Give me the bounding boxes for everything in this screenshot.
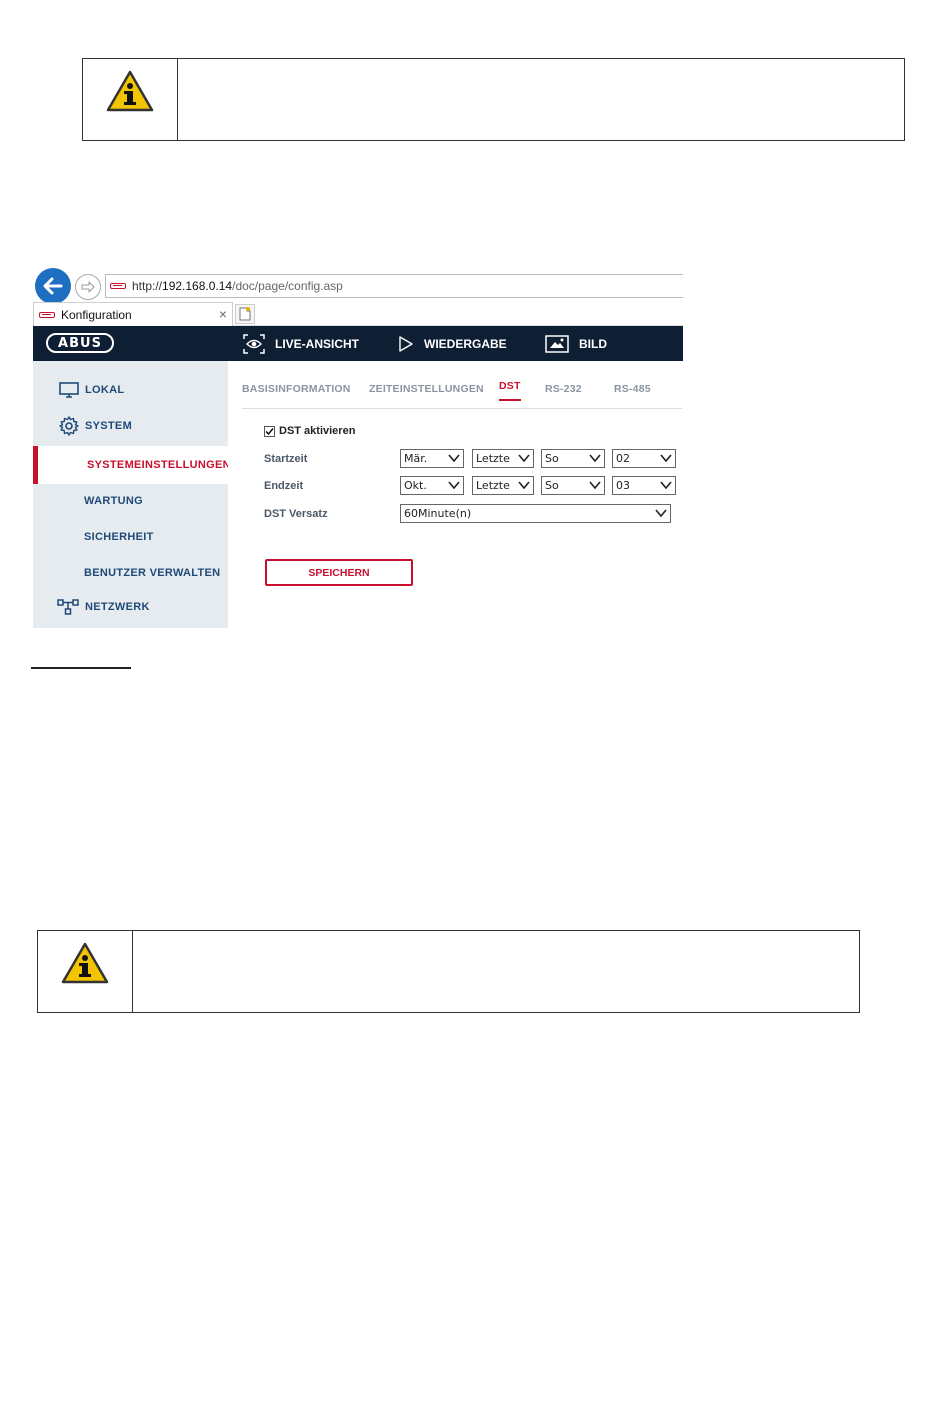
sidebar-item-label: SYSTEMEINSTELLUNGEN: [87, 459, 231, 471]
end-time-label: Endzeit: [264, 480, 304, 492]
browser-window: http://192.168.0.14/doc/page/config.asp …: [33, 266, 683, 628]
address-path: /doc/page/config.asp: [232, 279, 343, 293]
sidebar-item-system[interactable]: SYSTEM: [33, 413, 228, 439]
end-month-value: Okt.: [404, 479, 427, 492]
new-tab-icon: [239, 307, 251, 321]
tab-close-icon[interactable]: ×: [219, 306, 227, 322]
checkmark-icon: [265, 427, 274, 435]
save-button[interactable]: SPEICHERN: [265, 559, 413, 586]
chevron-down-icon: [448, 454, 460, 463]
end-week-value: Letzte: [476, 479, 510, 492]
chevron-down-icon: [660, 454, 672, 463]
sidebar-item-label: SYSTEM: [85, 420, 133, 432]
tab-dst[interactable]: DST: [499, 380, 521, 401]
chevron-down-icon: [589, 481, 601, 490]
info-note-text-top: [178, 59, 904, 140]
nav-live-view[interactable]: LIVE-ANSICHT: [243, 326, 359, 361]
sub-tab-bar: BASISINFORMATION ZEITEINSTELLUNGEN DST R…: [242, 361, 682, 409]
tab-favicon-icon: [39, 311, 55, 318]
chevron-down-icon: [660, 481, 672, 490]
sidebar: LOKAL SYSTEM SYSTEMEINSTELLUNGEN WARTUNG…: [33, 361, 231, 628]
section-underline: [31, 667, 131, 669]
arrow-left-icon: [43, 277, 63, 295]
monitor-icon: [59, 382, 79, 398]
main-content: BASISINFORMATION ZEITEINSTELLUNGEN DST R…: [228, 361, 683, 628]
tab-rs-485[interactable]: RS-485: [614, 383, 651, 395]
address-scheme: http://: [132, 279, 163, 293]
end-week-select[interactable]: Letzte: [472, 476, 534, 495]
dst-offset-label: DST Versatz: [264, 508, 328, 520]
chevron-down-icon: [518, 481, 530, 490]
site-favicon-icon: [110, 283, 126, 289]
sidebar-item-label: BENUTZER VERWALTEN: [84, 567, 221, 579]
sidebar-item-label: LOKAL: [85, 384, 125, 396]
sidebar-item-wartung[interactable]: WARTUNG: [33, 488, 228, 514]
start-day-value: So: [545, 452, 559, 465]
back-button[interactable]: [35, 268, 71, 304]
dst-enable-row: DST aktivieren: [264, 425, 355, 437]
tab-title: Konfiguration: [61, 307, 132, 322]
start-month-value: Mär.: [404, 452, 428, 465]
start-hour-select[interactable]: 02: [612, 449, 676, 468]
gear-icon: [59, 416, 79, 436]
address-row: http://192.168.0.14/doc/page/config.asp: [33, 266, 683, 304]
forward-button[interactable]: [75, 274, 101, 300]
end-day-select[interactable]: So: [541, 476, 605, 495]
info-note-box-bottom: [37, 930, 860, 1013]
image-icon: [545, 334, 569, 353]
abus-logo: ABUS: [46, 333, 114, 353]
sidebar-item-netzwerk[interactable]: NETZWERK: [33, 594, 228, 620]
tab-strip: Konfiguration ×: [33, 302, 683, 326]
start-day-select[interactable]: So: [541, 449, 605, 468]
info-note-text-bottom: [133, 931, 859, 1012]
nav-image-label: BILD: [579, 336, 607, 351]
warning-info-icon: [61, 942, 109, 984]
sidebar-item-label: NETZWERK: [85, 601, 150, 613]
dst-enable-checkbox[interactable]: [264, 425, 275, 437]
address-bar[interactable]: http://192.168.0.14/doc/page/config.asp: [105, 274, 683, 298]
sidebar-item-lokal[interactable]: LOKAL: [33, 377, 228, 403]
info-note-box-top: [82, 58, 905, 141]
sidebar-item-benutzer-verwalten[interactable]: BENUTZER VERWALTEN: [33, 560, 228, 586]
info-icon-cell: [38, 931, 133, 1012]
sidebar-item-sicherheit[interactable]: SICHERHEIT: [33, 524, 228, 550]
network-icon: [57, 599, 79, 615]
start-time-label: Startzeit: [264, 453, 308, 465]
chevron-down-icon: [589, 454, 601, 463]
nav-playback[interactable]: WIEDERGABE: [398, 326, 507, 361]
tab-zeiteinstellungen[interactable]: ZEITEINSTELLUNGEN: [369, 383, 484, 395]
eye-icon: [243, 333, 265, 354]
browser-tab-konfiguration[interactable]: Konfiguration ×: [33, 302, 233, 326]
sidebar-item-label: SICHERHEIT: [84, 531, 154, 543]
start-month-select[interactable]: Mär.: [400, 449, 464, 468]
start-week-select[interactable]: Letzte: [472, 449, 534, 468]
arrow-right-icon: [81, 281, 95, 293]
tab-rs-232[interactable]: RS-232: [545, 383, 582, 395]
dst-enable-label: DST aktivieren: [279, 425, 356, 437]
chevron-down-icon: [655, 509, 667, 518]
address-host: 192.168.0.14: [162, 279, 233, 293]
sidebar-item-systemeinstellungen[interactable]: SYSTEMEINSTELLUNGEN: [33, 446, 231, 484]
dst-offset-select[interactable]: 60Minute(n): [400, 504, 671, 523]
end-hour-value: 03: [616, 479, 630, 492]
chevron-down-icon: [518, 454, 530, 463]
warning-info-icon: [106, 70, 154, 112]
info-icon-cell: [83, 59, 178, 140]
start-hour-value: 02: [616, 452, 630, 465]
nav-live-view-label: LIVE-ANSICHT: [275, 336, 359, 351]
start-week-value: Letzte: [476, 452, 510, 465]
chevron-down-icon: [448, 481, 460, 490]
dst-offset-value: 60Minute(n): [404, 507, 472, 520]
sidebar-item-label: WARTUNG: [84, 495, 143, 507]
nav-playback-label: WIEDERGABE: [424, 336, 507, 351]
top-navbar: ABUS LIVE-ANSICHT WIEDERGABE BILD: [33, 326, 683, 361]
end-day-value: So: [545, 479, 559, 492]
tab-basisinformation[interactable]: BASISINFORMATION: [242, 383, 351, 395]
play-icon: [399, 335, 413, 352]
new-tab-button[interactable]: [235, 304, 255, 324]
end-month-select[interactable]: Okt.: [400, 476, 464, 495]
end-hour-select[interactable]: 03: [612, 476, 676, 495]
nav-image[interactable]: BILD: [545, 326, 607, 361]
